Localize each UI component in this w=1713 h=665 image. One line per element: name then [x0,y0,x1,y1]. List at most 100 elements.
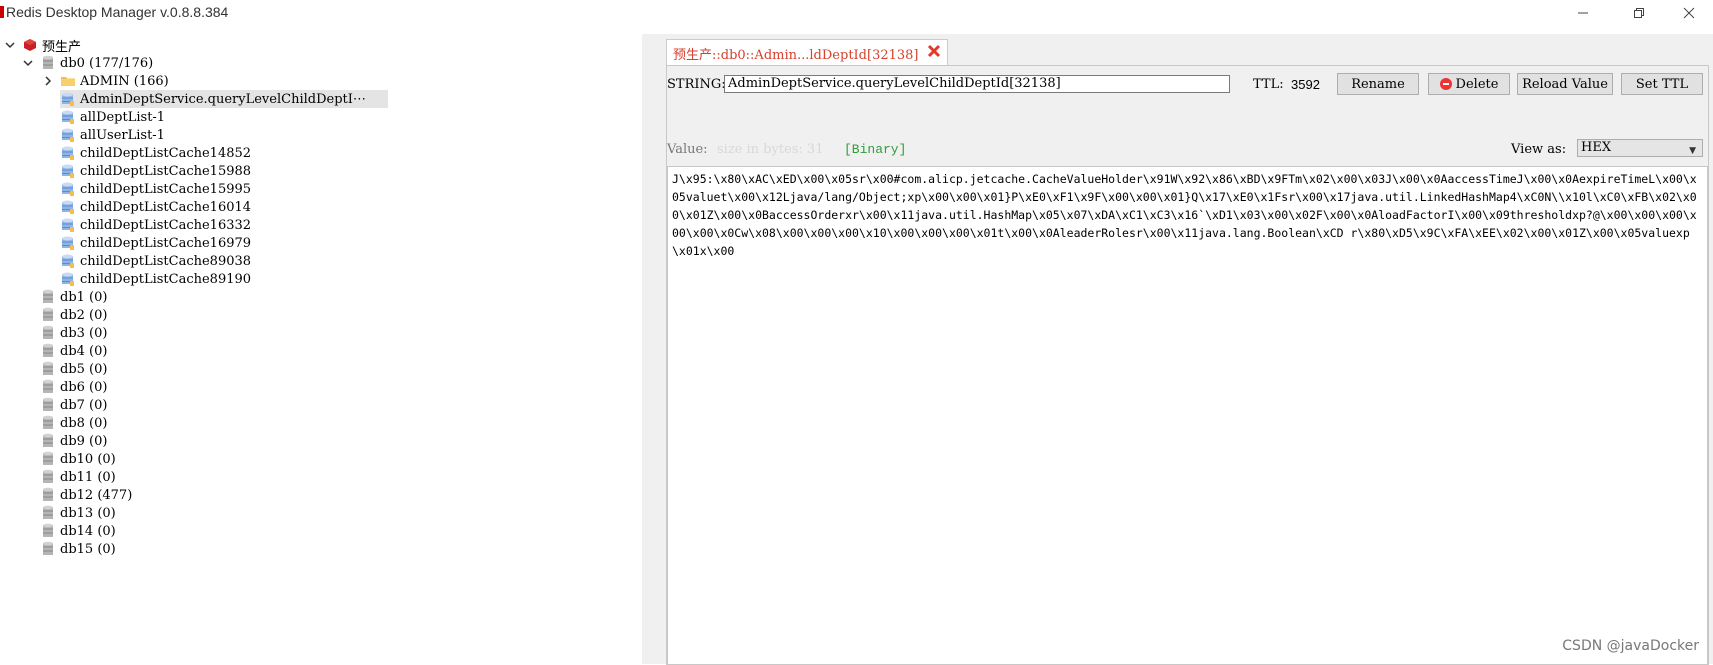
database-icon [40,361,56,377]
database-icon [40,397,56,413]
app-icon [0,6,4,18]
rename-button[interactable]: Rename [1337,73,1419,95]
db-label: db13 (0) [60,505,116,521]
tree-db-item[interactable]: db2 (0) [40,306,107,324]
tree-db-item[interactable]: db9 (0) [40,432,107,450]
delete-label: Delete [1455,76,1499,92]
tree-key-item[interactable]: childDeptListCache16332 [60,216,251,234]
tree-key-item[interactable]: childDeptListCache14852 [60,144,251,162]
string-key-icon [60,253,76,269]
close-icon [1683,7,1695,19]
tree-key-item[interactable]: childDeptListCache16014 [60,198,251,216]
key-label: childDeptListCache16332 [80,217,252,233]
reload-value-button[interactable]: Reload Value [1517,73,1613,95]
database-icon [40,523,56,539]
database-icon [40,541,56,557]
tree-key-item[interactable]: allUserList-1 [60,126,165,144]
expanded-chevron-icon[interactable] [4,39,16,51]
view-as-select[interactable]: HEX ▼ [1577,139,1703,157]
tree-key-item[interactable]: AdminDeptService.queryLevelChildDeptI⋯ [60,90,388,108]
value-editor[interactable]: J\x95:\x80\xAC\xED\x00\x05sr\x00#com.ali… [667,166,1708,665]
minimize-button[interactable] [1560,2,1606,24]
db-label: db11 (0) [60,469,116,485]
database-icon [40,325,56,341]
tree-db0[interactable]: db0 (177/176) [22,54,153,72]
key-label: childDeptListCache15995 [80,181,252,197]
tree-key-item[interactable]: allDeptList-1 [60,108,165,126]
key-label: childDeptListCache89038 [80,253,252,269]
db-label: db4 (0) [60,343,108,359]
title-bar: Redis Desktop Manager v.0.8.8.384 [0,0,1713,26]
tree-db-item[interactable]: db7 (0) [40,396,107,414]
string-key-icon [60,109,76,125]
set-ttl-label: Set TTL [1635,76,1689,92]
tree-db-item[interactable]: db3 (0) [40,324,107,342]
delete-button[interactable]: Delete [1428,73,1510,95]
view-as-value: HEX [1581,140,1612,155]
db0-label: db0 (177/176) [60,55,154,71]
tree-folder-admin[interactable]: ADMIN (166) [42,72,169,90]
reload-label: Reload Value [1522,76,1608,92]
db-label: db12 (477) [60,487,133,503]
key-label: childDeptListCache16014 [80,199,252,215]
string-key-icon [60,271,76,287]
tab-key-editor[interactable]: 预生产::db0::Admin...ldDeptId[32138] [666,39,948,66]
tree-db-item[interactable]: db13 (0) [40,504,116,522]
folder-label: ADMIN (166) [80,73,169,89]
set-ttl-button[interactable]: Set TTL [1621,73,1703,95]
collapsed-chevron-icon[interactable] [42,75,54,87]
size-hint: size in bytes: 31 [717,142,824,157]
minimize-icon [1578,12,1588,14]
database-icon [40,469,56,485]
key-type-label: STRING: [667,77,726,92]
tree-key-item[interactable]: childDeptListCache15988 [60,162,251,180]
tree-db-item[interactable]: db15 (0) [40,540,116,558]
tree-db-item[interactable]: db11 (0) [40,468,116,486]
panel-splitter[interactable] [642,34,646,664]
redis-server-icon [22,37,38,53]
tree-key-item[interactable]: childDeptListCache15995 [60,180,251,198]
delete-icon [1439,78,1452,90]
tree-db-item[interactable]: db1 (0) [40,288,107,306]
db-label: db14 (0) [60,523,116,539]
db-label: db6 (0) [60,379,108,395]
value-panel: 预生产::db0::Admin...ldDeptId[32138] STRING… [648,34,1713,665]
tree-key-item[interactable]: childDeptListCache89038 [60,252,251,270]
db-label: db9 (0) [60,433,108,449]
ttl-value: 3592 [1291,77,1320,92]
view-as-label: View as: [1511,142,1567,157]
key-name-input[interactable]: AdminDeptService.queryLevelChildDeptId[3… [724,75,1230,93]
tree-key-item[interactable]: childDeptListCache89190 [60,270,251,288]
window-title: Redis Desktop Manager v.0.8.8.384 [6,4,229,20]
database-icon [40,343,56,359]
maximize-button[interactable] [1616,2,1662,24]
key-label: childDeptListCache89190 [80,271,252,287]
tree-db-item[interactable]: db10 (0) [40,450,116,468]
db-label: db5 (0) [60,361,108,377]
tree-db-item[interactable]: db8 (0) [40,414,107,432]
tree-db-item[interactable]: db12 (477) [40,486,132,504]
expanded-chevron-icon[interactable] [22,57,34,69]
watermark: CSDN @javaDocker [1562,638,1699,654]
db-label: db2 (0) [60,307,108,323]
close-tab-icon[interactable] [927,44,941,62]
tree-db-item[interactable]: db5 (0) [40,360,107,378]
main-content: 预生产 db0 (177/176) ADMIN (166) AdminDeptS… [0,34,1713,665]
key-label: childDeptListCache16979 [80,235,252,251]
db-label: db10 (0) [60,451,116,467]
tree-db-item[interactable]: db4 (0) [40,342,107,360]
key-label: allDeptList-1 [80,109,166,125]
close-window-button[interactable] [1666,2,1712,24]
database-icon [40,379,56,395]
tree-db-item[interactable]: db14 (0) [40,522,116,540]
tree-db-item[interactable]: db6 (0) [40,378,107,396]
database-icon [40,433,56,449]
restore-icon [1634,8,1644,18]
string-key-icon [60,181,76,197]
value-label: Value: [667,142,708,157]
tree-key-item[interactable]: childDeptListCache16979 [60,234,251,252]
db-label: db7 (0) [60,397,108,413]
string-key-icon [60,235,76,251]
tree-connection[interactable]: 预生产 [4,36,81,55]
database-icon [40,451,56,467]
